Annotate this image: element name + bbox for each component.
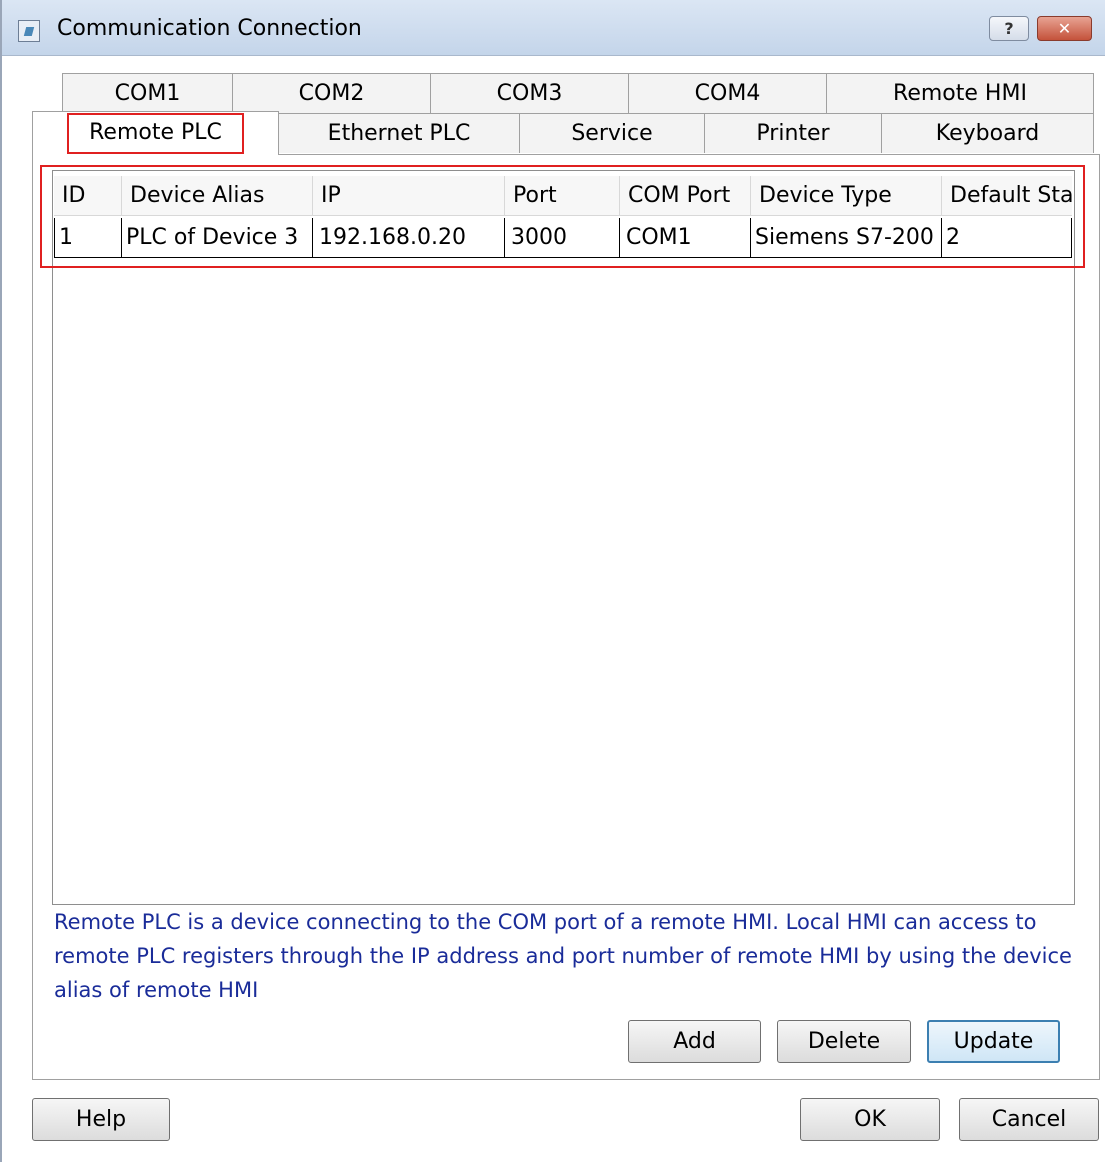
tab-label: Keyboard <box>935 121 1040 146</box>
cell-device-alias: PLC of Device 3 <box>122 218 313 258</box>
tab-printer[interactable]: Printer <box>704 113 882 153</box>
tab-com2[interactable]: COM2 <box>232 73 431 113</box>
table-header: ID Device Alias IP Port COM Port Device … <box>54 176 1072 216</box>
tab-label: Printer <box>756 121 830 146</box>
help-title-button[interactable]: ? <box>989 16 1029 41</box>
cell-id: 1 <box>54 218 122 258</box>
title-bar: Communication Connection ? ✕ <box>2 0 1105 56</box>
window-title: Communication Connection <box>57 16 362 41</box>
help-button[interactable]: Help <box>32 1098 170 1141</box>
communication-connection-dialog: Communication Connection ? ✕ COM1 COM2 C… <box>0 0 1105 1162</box>
column-header-device-type[interactable]: Device Type <box>751 176 942 216</box>
info-description: Remote PLC is a device connecting to the… <box>54 910 1072 1002</box>
remote-plc-table[interactable] <box>52 170 1075 905</box>
cell-default-station: 2 <box>942 218 1072 258</box>
tab-label: Remote HMI <box>893 81 1027 106</box>
tab-keyboard[interactable]: Keyboard <box>881 113 1094 153</box>
tab-com4[interactable]: COM4 <box>628 73 827 113</box>
cell-com-port: COM1 <box>620 218 751 258</box>
tab-com3[interactable]: COM3 <box>430 73 629 113</box>
tab-com1[interactable]: COM1 <box>62 73 233 113</box>
tab-ethernet-plc[interactable]: Ethernet PLC <box>278 113 520 153</box>
cancel-button[interactable]: Cancel <box>959 1098 1099 1141</box>
close-icon[interactable]: ✕ <box>1037 16 1092 41</box>
column-header-device-alias[interactable]: Device Alias <box>122 176 313 216</box>
cell-port: 3000 <box>505 218 620 258</box>
tab-label: Remote PLC <box>67 113 244 154</box>
tab-label: Service <box>571 121 653 146</box>
column-header-port[interactable]: Port <box>505 176 620 216</box>
tab-service[interactable]: Service <box>519 113 705 153</box>
table-row[interactable]: 1 PLC of Device 3 192.168.0.20 3000 COM1… <box>54 218 1072 258</box>
app-icon <box>18 20 40 42</box>
tab-remote-plc[interactable]: Remote PLC <box>32 111 279 155</box>
update-button[interactable]: Update <box>927 1020 1060 1063</box>
add-button[interactable]: Add <box>628 1020 761 1063</box>
tab-label: COM2 <box>298 81 365 106</box>
column-header-id[interactable]: ID <box>54 176 122 216</box>
tab-label: Ethernet PLC <box>327 121 471 146</box>
column-header-default-station[interactable]: Default Sta <box>942 176 1072 216</box>
column-header-com-port[interactable]: COM Port <box>620 176 751 216</box>
tab-label: COM4 <box>694 81 761 106</box>
column-header-ip[interactable]: IP <box>313 176 505 216</box>
tab-label: COM3 <box>496 81 563 106</box>
cell-device-type: Siemens S7-200 <box>751 218 942 258</box>
cell-ip: 192.168.0.20 <box>313 218 505 258</box>
ok-button[interactable]: OK <box>800 1098 940 1141</box>
tab-remote-hmi[interactable]: Remote HMI <box>826 73 1094 113</box>
tab-label: COM1 <box>114 81 181 106</box>
delete-button[interactable]: Delete <box>777 1020 911 1063</box>
